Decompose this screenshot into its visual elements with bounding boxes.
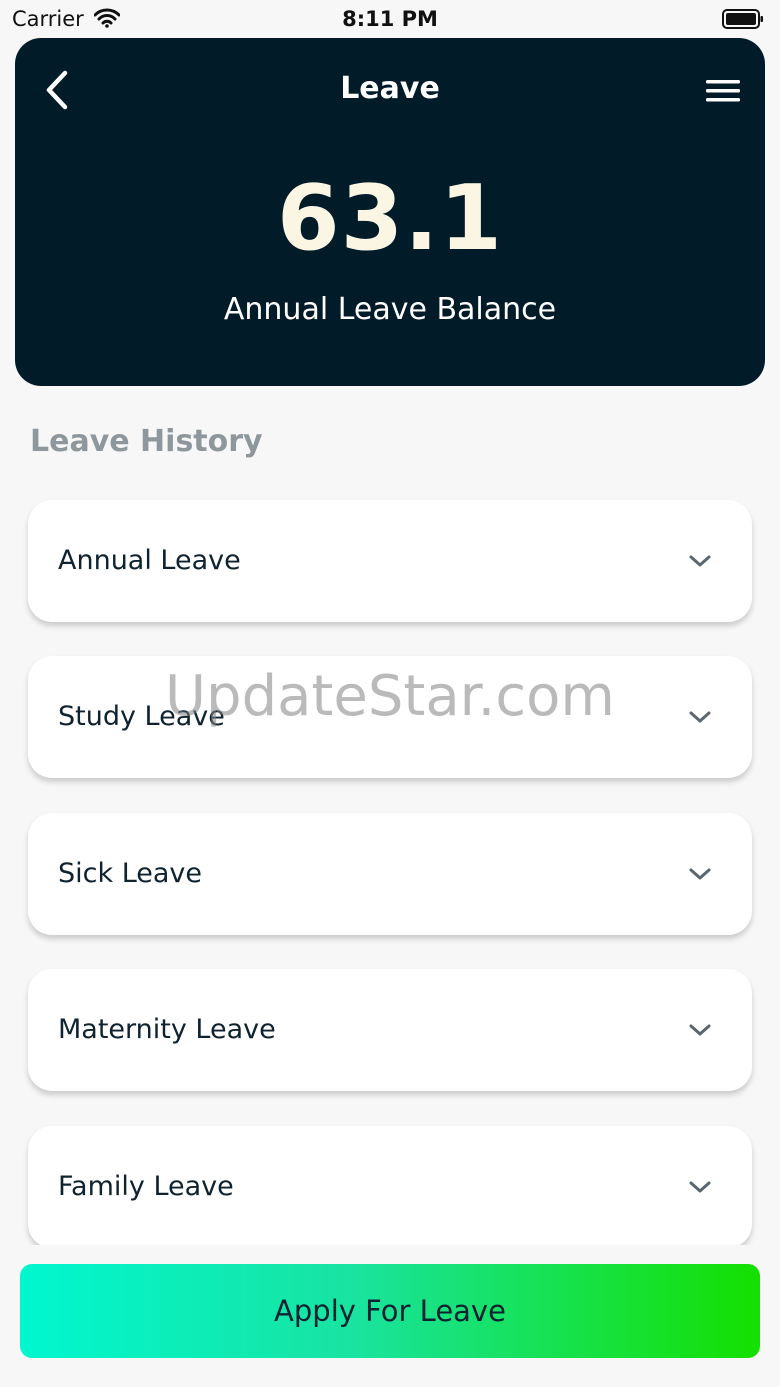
- chevron-down-icon: [689, 555, 711, 567]
- leave-balance-value: 63.1: [276, 166, 504, 271]
- leave-item-label: Family Leave: [58, 1171, 234, 1202]
- menu-button[interactable]: [701, 76, 745, 106]
- chevron-down-icon: [689, 1024, 711, 1036]
- hamburger-menu-icon: [706, 80, 740, 102]
- leave-history-title: Leave History: [30, 424, 263, 459]
- apply-for-leave-button[interactable]: Apply For Leave: [20, 1264, 760, 1358]
- status-bar: Carrier 8:11 PM: [0, 0, 780, 40]
- leave-item-label: Study Leave: [58, 701, 225, 732]
- status-time: 8:11 PM: [342, 7, 438, 31]
- chevron-down-icon: [689, 868, 711, 880]
- leave-balance-label: Annual Leave Balance: [223, 292, 557, 327]
- leave-item-study[interactable]: Study Leave: [28, 656, 752, 778]
- leave-item-family[interactable]: Family Leave: [28, 1126, 752, 1248]
- leave-item-label: Annual Leave: [58, 545, 241, 576]
- leave-item-label: Maternity Leave: [58, 1014, 276, 1045]
- battery-icon: [722, 9, 763, 29]
- leave-item-maternity[interactable]: Maternity Leave: [28, 969, 752, 1091]
- page-title: Leave: [340, 71, 440, 106]
- leave-item-annual[interactable]: Annual Leave: [28, 500, 752, 622]
- leave-item-label: Sick Leave: [58, 858, 203, 889]
- balance-header: Leave 63.1 Annual Leave Balance: [15, 38, 765, 386]
- leave-item-sick[interactable]: Sick Leave: [28, 813, 752, 935]
- chevron-down-icon: [689, 711, 711, 723]
- chevron-down-icon: [689, 1181, 711, 1193]
